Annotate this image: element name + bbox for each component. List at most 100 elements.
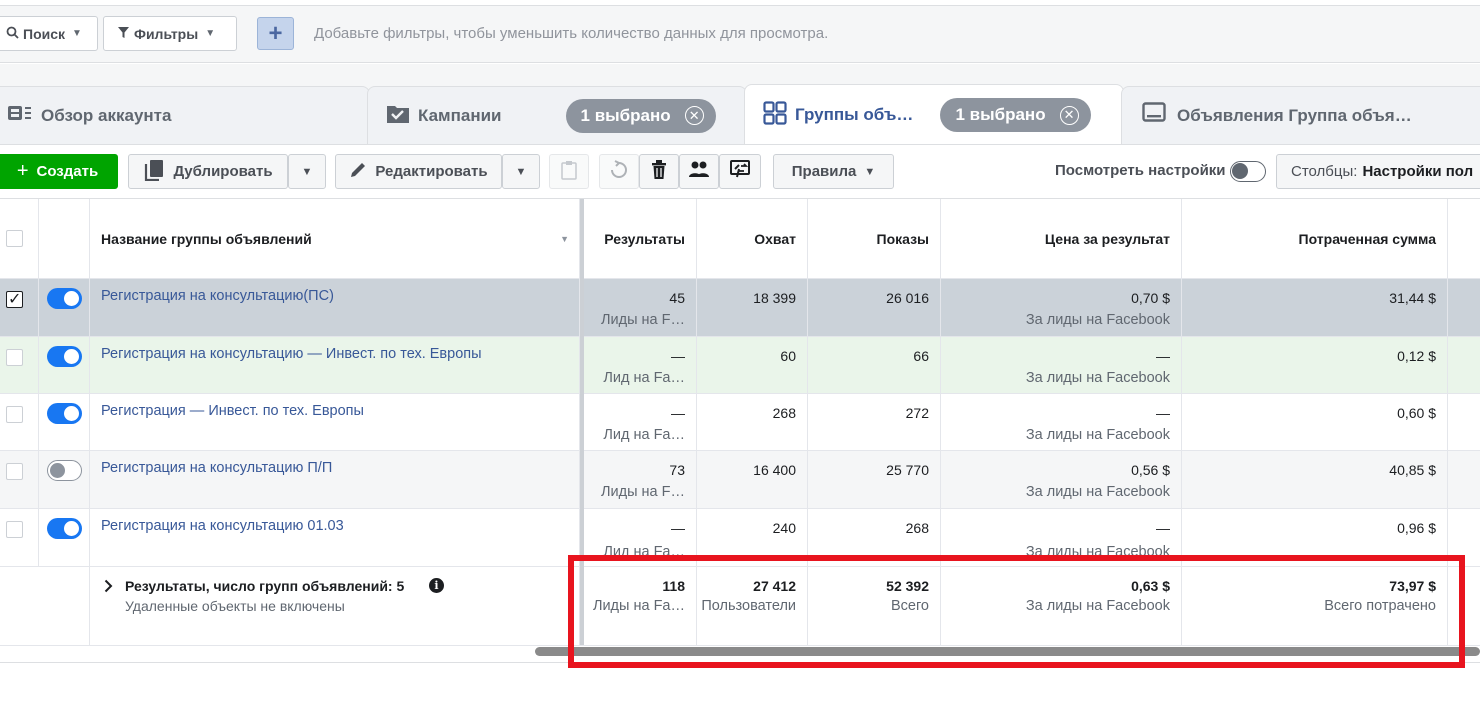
delivery-toggle[interactable] [47, 518, 82, 539]
duplicate-icon [143, 159, 165, 185]
cost-value: — [1156, 405, 1170, 421]
edit-button[interactable]: Редактировать [335, 154, 502, 189]
results-value: — [671, 348, 685, 364]
ab-test-button[interactable] [719, 154, 761, 189]
tab-campaigns[interactable]: Кампании 1 выбрано ✕ [367, 86, 747, 144]
selected-pill[interactable]: 1 выбрано ✕ [565, 98, 716, 133]
ad-set-link[interactable]: Регистрация на консультацию(ПС) [101, 288, 334, 304]
spent-total: 73,97 $ [1389, 578, 1436, 594]
ad-set-link[interactable]: Регистрация на консультацию 01.03 [101, 518, 344, 534]
results-sub: Лиды на F… [601, 312, 685, 328]
table-row[interactable]: Регистрация на консультацию — Инвест. по… [0, 337, 1480, 394]
name-header-label: Название группы объявлений [101, 231, 312, 247]
reach-value: 60 [780, 348, 796, 364]
cost-cell: — За лиды на Facebook [941, 337, 1182, 393]
duplicate-button[interactable]: Дублировать [128, 154, 288, 189]
divider [0, 662, 1480, 663]
undo-icon [609, 159, 629, 184]
delivery-toggle[interactable] [47, 346, 82, 367]
ad-set-link[interactable]: Регистрация на консультацию П/П [101, 460, 332, 476]
cost-total: 0,63 $ [1131, 578, 1170, 594]
name-header[interactable]: Название группы объявлений ▼ [90, 199, 580, 278]
create-button[interactable]: + Создать [0, 154, 118, 189]
tab-account-overview[interactable]: Обзор аккаунта [0, 86, 370, 144]
spent-value: 0,12 $ [1397, 348, 1436, 364]
table-row[interactable]: Регистрация на консультацию П/П 73 Лиды н… [0, 451, 1480, 509]
rules-button[interactable]: Правила ▼ [773, 154, 894, 189]
totals-summary-cell: Результаты, число групп объявлений: 5 i … [90, 567, 580, 645]
frozen-column-divider[interactable] [580, 199, 584, 645]
caret-down-icon: ▼ [515, 165, 527, 178]
table-row[interactable]: Регистрация — Инвест. по тех. Европы — Ли… [0, 394, 1480, 451]
delivery-toggle[interactable] [47, 288, 82, 309]
toggle-cell [39, 394, 90, 450]
audience-button[interactable] [679, 154, 719, 189]
grid-icon [763, 100, 787, 130]
spent-value: 40,85 $ [1389, 462, 1436, 478]
sort-caret-icon[interactable]: ▼ [560, 234, 569, 244]
delivery-toggle[interactable] [47, 403, 82, 424]
plus-icon: + [16, 160, 29, 182]
select-all-checkbox[interactable] [6, 230, 23, 247]
horizontal-scrollbar[interactable] [535, 647, 1480, 656]
ad-set-link[interactable]: Регистрация на консультацию — Инвест. по… [101, 346, 482, 362]
row-checkbox[interactable] [6, 406, 23, 423]
add-filter-button[interactable]: + [257, 17, 294, 50]
duplicate-label: Дублировать [173, 163, 273, 180]
undo-button[interactable] [599, 154, 639, 189]
toggle-header [39, 199, 90, 278]
ad-set-link[interactable]: Регистрация — Инвест. по тех. Европы [101, 403, 364, 419]
cost-header[interactable]: Цена за результат [941, 199, 1182, 278]
header-label: Результаты [604, 231, 685, 247]
table-row[interactable]: Регистрация на консультацию(ПС) 45 Лиды н… [0, 279, 1480, 337]
columns-button[interactable]: Столбцы: Настройки пол [1276, 154, 1480, 189]
totals-spacer [0, 567, 90, 645]
table-header: Название группы объявлений ▼ Результаты … [0, 199, 1480, 279]
view-settings-label: Посмотреть настройки [1055, 162, 1226, 179]
reach-cell: 18 399 [697, 279, 808, 336]
cost-sub: За лиды на Facebook [1025, 312, 1170, 328]
impressions-header[interactable]: Показы [808, 199, 941, 278]
cost-total-cell: 0,63 $ За лиды на Facebook [941, 567, 1182, 645]
delete-button[interactable] [639, 154, 679, 189]
duplicate-dropdown[interactable]: ▼ [288, 154, 326, 189]
results-sub: Лиды на F… [601, 484, 685, 500]
impressions-cell: 66 [808, 337, 941, 393]
caret-down-icon: ▼ [72, 28, 82, 39]
reach-total: 27 412 [753, 578, 796, 594]
reach-cell: 60 [697, 337, 808, 393]
close-icon[interactable]: ✕ [684, 106, 704, 125]
info-icon[interactable]: i [429, 578, 444, 593]
people-icon [688, 160, 710, 184]
account-overview-icon [7, 104, 33, 127]
tab-label: Группы объ… [795, 105, 914, 124]
view-settings-toggle[interactable] [1230, 161, 1266, 182]
select-all-cell [0, 199, 39, 278]
results-value: — [671, 520, 685, 536]
pill-label: 1 выбрано [955, 105, 1046, 124]
table-row[interactable]: Регистрация на консультацию 01.03 — Лид н… [0, 509, 1480, 567]
results-header[interactable]: Результаты [584, 199, 697, 278]
row-checkbox[interactable] [6, 289, 23, 309]
reach-header[interactable]: Охват [697, 199, 808, 278]
chevron-right-icon[interactable] [104, 579, 113, 596]
results-total: 118 [662, 578, 685, 594]
tab-ad-sets[interactable]: Группы объ… 1 выбрано ✕ [744, 84, 1124, 145]
folder-icon [386, 102, 410, 129]
edit-dropdown[interactable]: ▼ [502, 154, 540, 189]
delivery-toggle[interactable] [47, 460, 82, 481]
spent-value: 0,60 $ [1397, 405, 1436, 421]
filters-button[interactable]: Фильтры ▼ [103, 16, 237, 51]
selected-pill[interactable]: 1 выбрано ✕ [940, 98, 1091, 132]
tab-ads[interactable]: Объявления Группа объя… [1121, 86, 1480, 144]
row-checkbox[interactable] [6, 521, 23, 538]
spent-header[interactable]: Потраченная сумма [1182, 199, 1448, 278]
impressions-value: 25 770 [886, 462, 929, 478]
tab-label: Объявления Группа объя… [1177, 105, 1412, 125]
clipboard-button[interactable] [549, 154, 589, 189]
results-cell: — Лид на Fa… [584, 509, 697, 566]
close-icon[interactable]: ✕ [1059, 105, 1079, 125]
row-checkbox[interactable] [6, 463, 23, 480]
search-button[interactable]: Поиск ▼ [0, 16, 98, 51]
row-checkbox[interactable] [6, 349, 23, 366]
